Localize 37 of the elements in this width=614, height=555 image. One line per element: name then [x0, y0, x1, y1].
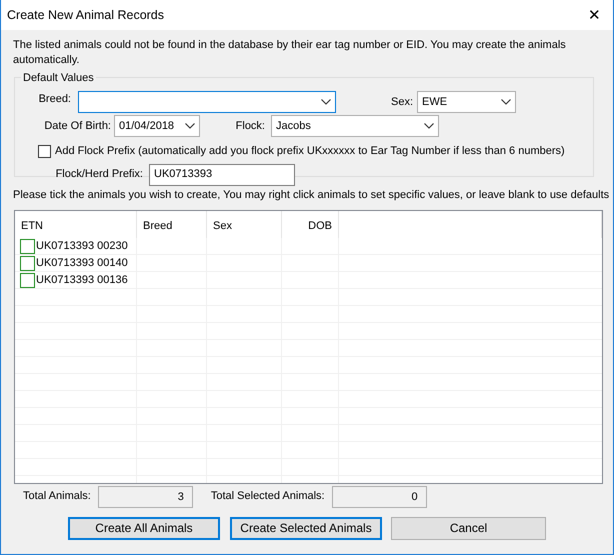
field-label: Flock:: [234, 118, 265, 134]
dropdown-field[interactable]: 01/04/2018: [114, 115, 200, 137]
total-label: Total Animals:: [23, 489, 91, 504]
total-field: 0: [332, 486, 427, 508]
window-title: Create New Animal Records: [7, 6, 164, 24]
column-header[interactable]: DOB: [282, 210, 339, 238]
total-label: Total Selected Animals:: [210, 489, 325, 504]
table-cell-text: UK0713393 00140: [36, 256, 128, 271]
checkbox[interactable]: [38, 144, 51, 158]
action-button[interactable]: Cancel: [391, 516, 546, 540]
checkbox-label: Add Flock Prefix (automatically add you flock prefix UKxxxxxx to Ear Tag Number if less than 6 numbers): [55, 144, 565, 159]
table-cell-text: UK0713393 00230: [36, 238, 128, 254]
intro-text: The listed animals could not be found in the database by their ear tag number or EID. You may create the animals automatically.: [13, 38, 567, 68]
chevron-down-icon: [321, 99, 331, 105]
dropdown-field[interactable]: [78, 91, 336, 113]
table-cell-text: UK0713393 00136: [36, 272, 128, 288]
column-header[interactable]: ETN: [15, 210, 137, 238]
chevron-down-icon: [185, 123, 195, 129]
row-checkbox[interactable]: [20, 238, 35, 254]
dropdown-field[interactable]: EWE: [417, 91, 516, 113]
close-button[interactable]: ✕: [584, 8, 605, 22]
chevron-down-icon: [501, 99, 511, 105]
column-header[interactable]: Sex: [207, 210, 282, 238]
total-field: 3: [98, 486, 193, 508]
row-checkbox[interactable]: [20, 272, 35, 288]
field-label: Sex:: [390, 94, 413, 110]
chevron-down-icon: [424, 123, 434, 129]
field-label: Breed:: [38, 92, 71, 107]
dropdown-field[interactable]: Jacobs: [271, 115, 439, 137]
field-label: Flock/Herd Prefix:: [54, 167, 143, 182]
field-label: Date Of Birth:: [43, 118, 111, 134]
row-checkbox[interactable]: [20, 256, 35, 270]
column-header[interactable]: Breed: [137, 210, 207, 238]
action-button[interactable]: Create Selected Animals: [230, 516, 382, 540]
prefix-input[interactable]: UK0713393: [149, 164, 295, 186]
instruction-text: Please tick the animals you wish to create, You may right click animals to set specific values, or leave blank to use defaults: [13, 188, 610, 203]
action-button[interactable]: Create All Animals: [68, 516, 220, 540]
